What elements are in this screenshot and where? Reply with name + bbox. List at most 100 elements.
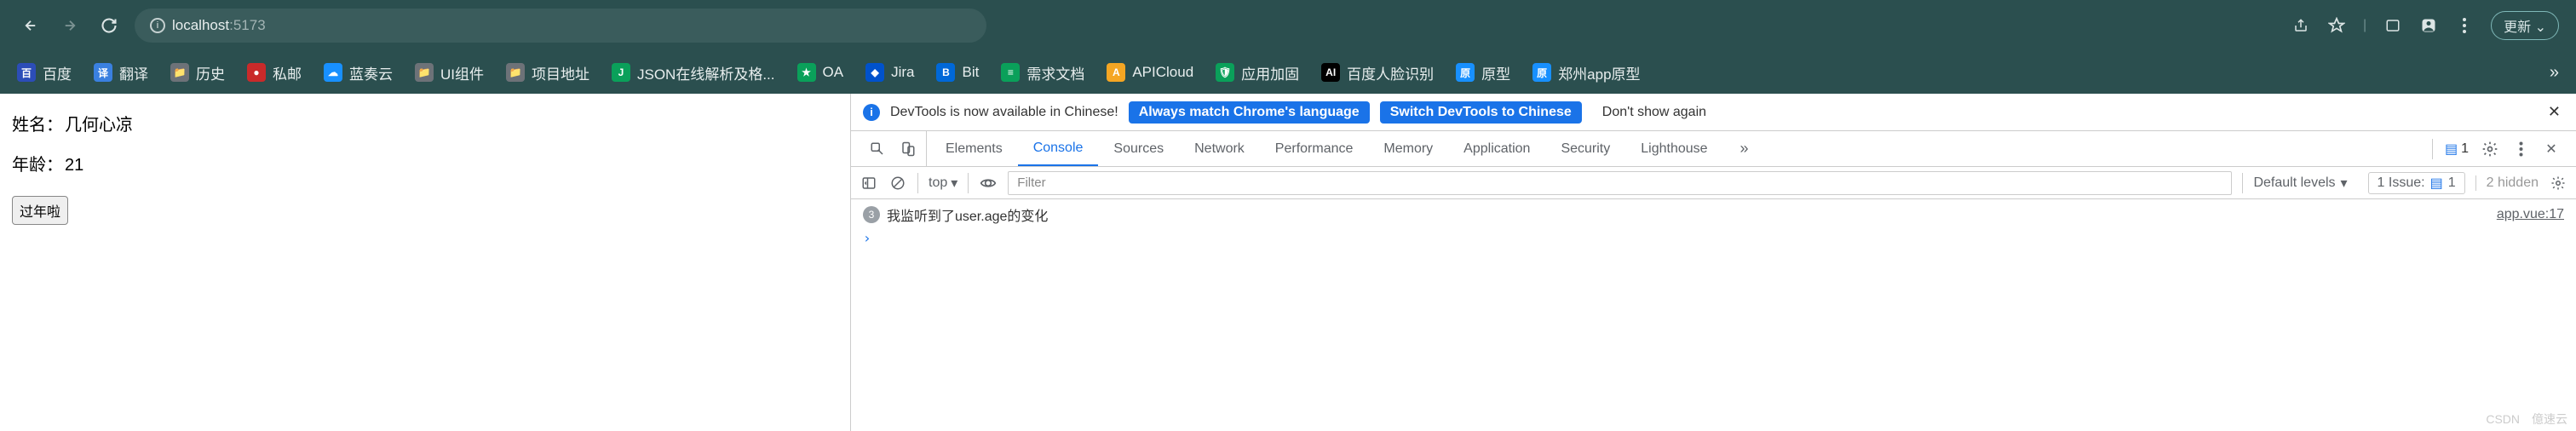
clear-console-icon[interactable] [888, 174, 907, 193]
forward-button[interactable] [56, 12, 83, 39]
bookmark-item[interactable]: ◆Jira [865, 63, 914, 82]
console-sidebar-toggle-icon[interactable] [860, 174, 878, 193]
log-source-link[interactable]: app.vue:17 [2497, 207, 2564, 222]
console-filter-input[interactable]: Filter [1008, 171, 2232, 195]
bookmark-icon: ≡ [1001, 63, 1020, 82]
bookmark-icon: 📁 [170, 63, 189, 82]
bookmark-item[interactable]: 📁UI组件 [415, 62, 484, 83]
bookmark-item[interactable]: BBit [936, 63, 979, 82]
update-button[interactable]: 更新 ⌄ [2491, 11, 2559, 40]
bookmark-label: 应用加固 [1241, 62, 1299, 83]
log-levels-select[interactable]: Default levels▾ [2242, 173, 2357, 193]
chevron-down-icon: ⌄ [2535, 20, 2546, 35]
browser-toolbar: i localhost:5173 | 更新 ⌄ [0, 0, 2576, 51]
share-icon[interactable] [2291, 16, 2310, 35]
log-count-badge: 3 [863, 206, 880, 223]
new-year-button[interactable]: 过年啦 [12, 196, 68, 225]
age-label: 年龄： [12, 151, 65, 175]
bookmark-item[interactable]: 百百度 [17, 62, 72, 83]
chevron-down-icon: ▾ [951, 175, 957, 192]
message-count: 1 [2461, 141, 2469, 157]
devtools-tab-elements[interactable]: Elements [930, 131, 1018, 166]
inspect-icon[interactable] [868, 140, 887, 158]
issues-count: 1 [2448, 175, 2456, 191]
chevron-down-icon: ▾ [2341, 175, 2348, 192]
bookmark-item[interactable]: ≡需求文档 [1001, 62, 1084, 83]
tabs-overflow-icon[interactable]: » [1735, 140, 1754, 158]
bookmark-label: 蓝奏云 [349, 62, 393, 83]
bookmark-item[interactable]: 原原型 [1456, 62, 1510, 83]
name-value: 几何心凉 [65, 116, 133, 135]
dont-show-button[interactable]: Don't show again [1592, 101, 1716, 124]
infobar-close-icon[interactable]: ✕ [2544, 100, 2564, 124]
settings-gear-icon[interactable] [2481, 140, 2499, 158]
bookmark-label: APICloud [1132, 64, 1193, 81]
execution-context-select[interactable]: top▾ [917, 173, 969, 193]
devtools-menu-icon[interactable] [2511, 140, 2530, 158]
devtools-tab-sources[interactable]: Sources [1098, 131, 1179, 166]
bookmark-label: 历史 [196, 62, 225, 83]
profile-icon[interactable] [2419, 16, 2438, 35]
console-settings-gear-icon[interactable] [2549, 174, 2567, 193]
watermark: CSDN 億速云 [2486, 411, 2567, 428]
bookmark-label: 百度 [43, 62, 72, 83]
bookmark-item[interactable]: AI百度人脸识别 [1321, 62, 1434, 83]
bookmark-icon: A [1107, 63, 1125, 82]
back-button[interactable] [17, 12, 44, 39]
site-info-icon[interactable]: i [150, 18, 165, 33]
bookmark-item[interactable]: J JSON在线解析及格... [612, 62, 775, 83]
issues-badge[interactable]: ▤ 1 [2432, 139, 2469, 159]
console-log-line[interactable]: 3 我监听到了user.age的变化 app.vue:17 [851, 199, 2576, 230]
devtools-tab-console[interactable]: Console [1018, 131, 1099, 166]
live-expression-icon[interactable] [979, 174, 998, 193]
bookmarks-bar: 百百度 译翻译 📁 历史 ●私邮 ☁蓝奏云 📁UI组件 📁项目地址 J JSON在线解析及格...… [0, 51, 2576, 94]
bookmark-item[interactable]: 译翻译 [94, 62, 148, 83]
bookmark-label: Bit [962, 64, 979, 81]
bookmark-icon: 📁 [506, 63, 525, 82]
bookmark-label: OA [823, 64, 844, 81]
devtools-infobar: i DevTools is now available in Chinese! … [851, 94, 2576, 131]
name-label: 姓名： [12, 111, 65, 135]
panel-icon[interactable] [2383, 16, 2402, 35]
devtools-tab-network[interactable]: Network [1179, 131, 1260, 166]
hidden-messages-label[interactable]: 2 hidden [2475, 175, 2539, 191]
issues-button[interactable]: 1 Issue: ▤ 1 [2368, 172, 2465, 194]
reload-button[interactable] [95, 12, 123, 39]
address-bar[interactable]: i localhost:5173 [135, 9, 986, 43]
devtools-panel: i DevTools is now available in Chinese! … [850, 94, 2576, 431]
page-content: 姓名：几何心凉 年龄：21 过年啦 [0, 94, 850, 431]
bookmark-item[interactable]: ☁蓝奏云 [324, 62, 393, 83]
bookmark-item[interactable]: 📁 历史 [170, 62, 225, 83]
bookmark-item[interactable]: 原郑州app原型 [1532, 62, 1640, 83]
bookmark-star-icon[interactable] [2327, 16, 2346, 35]
bookmark-item[interactable]: ●私邮 [247, 62, 302, 83]
bookmark-icon: 原 [1456, 63, 1475, 82]
info-icon: i [863, 104, 880, 121]
console-toolbar: top▾ Filter Default levels▾ 1 Issue: ▤ 1… [851, 167, 2576, 199]
url-host: localhost [172, 17, 229, 33]
bookmark-item[interactable]: 🛡 应用加固 [1216, 62, 1299, 83]
bookmark-item[interactable]: A APICloud [1107, 63, 1193, 82]
devtools-tab-application[interactable]: Application [1448, 131, 1545, 166]
bookmarks-overflow[interactable]: » [2550, 63, 2559, 83]
always-match-button[interactable]: Always match Chrome's language [1129, 101, 1370, 124]
console-prompt[interactable]: › [851, 230, 2576, 246]
devtools-tab-memory[interactable]: Memory [1368, 131, 1448, 166]
devtools-tab-performance[interactable]: Performance [1260, 131, 1369, 166]
toolbar-right: | 更新 ⌄ [2291, 11, 2559, 40]
bookmark-icon: 🛡 [1216, 63, 1234, 82]
bookmark-icon: J [612, 63, 630, 82]
devtools-tab-security[interactable]: Security [1545, 131, 1625, 166]
switch-language-button[interactable]: Switch DevTools to Chinese [1380, 101, 1582, 124]
bookmark-item[interactable]: 📁项目地址 [506, 62, 589, 83]
devtools-tab-lighthouse[interactable]: Lighthouse [1625, 131, 1722, 166]
menu-icon[interactable] [2455, 16, 2474, 35]
bookmark-label: 原型 [1481, 62, 1510, 83]
message-icon: ▤ [2430, 175, 2443, 192]
devtools-close-icon[interactable]: ✕ [2542, 140, 2561, 158]
bookmark-label: 郑州app原型 [1558, 62, 1640, 83]
bookmark-item[interactable]: ★OA [797, 63, 844, 82]
device-toggle-icon[interactable] [899, 140, 917, 158]
url-port: :5173 [229, 17, 266, 33]
bookmark-label: JSON在线解析及格... [637, 62, 775, 83]
